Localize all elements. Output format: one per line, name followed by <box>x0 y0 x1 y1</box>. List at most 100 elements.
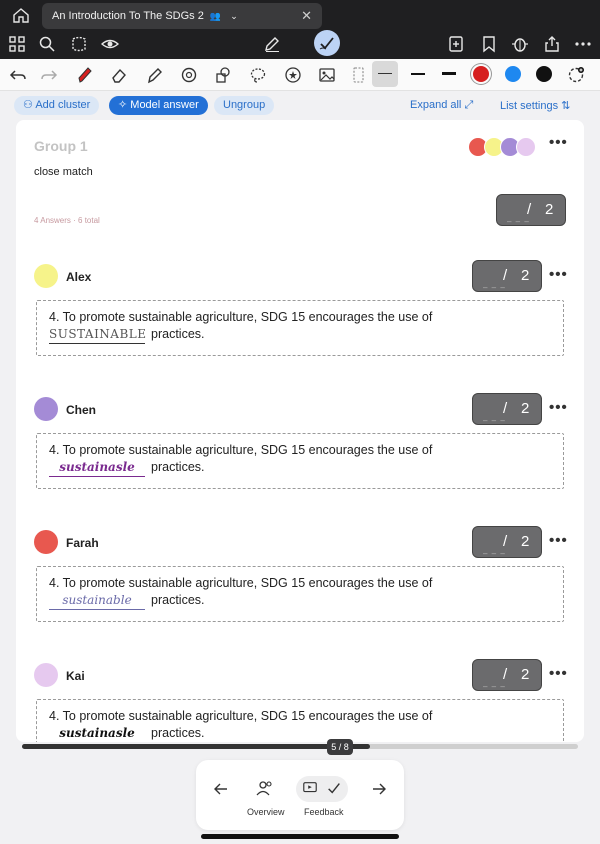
answer-text: 4. To promote sustainable agriculture, S… <box>49 309 432 344</box>
handwritten-answer: SUSTAINABLE <box>49 326 146 344</box>
answer-text: 4. To promote sustainable agriculture, S… <box>49 575 432 610</box>
sparkle-icon: ✧ <box>118 99 131 111</box>
score-field[interactable]: / 2 ‒ ‒ ‒ <box>472 260 542 292</box>
feedback-mode-button[interactable] <box>314 30 340 56</box>
answer-box: 4. To promote sustainable agriculture, S… <box>36 433 564 489</box>
highlighter-icon[interactable] <box>145 66 163 84</box>
page-indicator: 5 / 8 <box>327 739 353 755</box>
check-icon <box>328 783 340 794</box>
bug-icon[interactable] <box>511 35 529 53</box>
progress-fill <box>22 744 370 749</box>
undo-icon[interactable] <box>9 66 27 84</box>
add-page-icon[interactable] <box>447 35 465 53</box>
medium-line-icon[interactable] <box>411 73 425 75</box>
avatar <box>34 264 58 288</box>
more-icon[interactable] <box>574 35 592 53</box>
group-title: Group 1 <box>34 138 88 154</box>
add-color-icon[interactable] <box>567 66 585 84</box>
arrow-left-icon[interactable] <box>212 780 230 798</box>
answer-item-kai: Kai / 2 ‒ ‒ ‒ ••• 4. To promote sustaina… <box>16 659 584 742</box>
group-more-icon[interactable]: ••• <box>549 134 568 151</box>
overview-icon[interactable] <box>256 779 274 797</box>
expand-icon: ⤢ <box>464 99 474 111</box>
thin-line-icon <box>378 73 392 74</box>
document-title: An Introduction To The SDGs 2 <box>52 10 204 22</box>
eraser-icon[interactable] <box>110 66 128 84</box>
lasso-tool-icon[interactable] <box>249 66 267 84</box>
shapes-icon[interactable] <box>180 66 198 84</box>
answer-count: 4 Answers · 6 total <box>34 216 100 225</box>
tab-bar: An Introduction To The SDGs 2 👥 ⌄ ✕ <box>0 0 600 30</box>
answer-item-alex: Alex / 2 ‒ ‒ ‒ ••• 4. To promote sustain… <box>16 260 584 384</box>
home-indicator <box>201 834 399 839</box>
answer-box: 4. To promote sustainable agriculture, S… <box>36 699 564 742</box>
pen-icon[interactable] <box>263 35 281 53</box>
avatar <box>34 663 58 687</box>
answer-more-icon[interactable]: ••• <box>549 665 568 682</box>
answer-text: 4. To promote sustainable agriculture, S… <box>49 708 432 742</box>
avatar <box>34 530 58 554</box>
tool-strip <box>0 59 600 91</box>
search-icon[interactable] <box>38 35 56 53</box>
avatar <box>34 397 58 421</box>
grid-icon[interactable] <box>8 35 26 53</box>
color-black-swatch[interactable] <box>536 66 552 82</box>
expand-all-button[interactable]: Expand all ⤢ <box>410 99 473 112</box>
document-tab[interactable]: An Introduction To The SDGs 2 👥 ⌄ ✕ <box>42 3 322 29</box>
page-progress-bar[interactable] <box>22 744 578 749</box>
redo-icon[interactable] <box>40 66 58 84</box>
answer-more-icon[interactable]: ••• <box>549 399 568 416</box>
student-name: Alex <box>66 270 92 284</box>
sticker-icon[interactable] <box>284 66 302 84</box>
handwritten-answer: sustainasle <box>49 725 145 742</box>
student-name: Kai <box>66 669 85 683</box>
eye-icon[interactable] <box>101 35 119 53</box>
group-score-field[interactable]: / 2 ‒ ‒ ‒ <box>496 194 566 226</box>
thin-line-button[interactable] <box>372 61 398 87</box>
people-icon: 👥 <box>209 11 222 21</box>
feedback-toggle[interactable] <box>296 776 348 802</box>
answer-box: 4. To promote sustainable agriculture, S… <box>36 566 564 622</box>
text-box-icon[interactable] <box>350 66 368 84</box>
sort-icon: ⇅ <box>561 100 571 112</box>
group-card: Group 1 ••• close match 4 Answers · 6 to… <box>16 120 584 742</box>
answer-more-icon[interactable]: ••• <box>549 532 568 549</box>
chevron-down-icon[interactable]: ⌄ <box>230 3 238 29</box>
image-icon[interactable] <box>318 66 336 84</box>
handwritten-answer: sustainable <box>49 592 145 610</box>
model-answer-button[interactable]: ✧ Model answer <box>109 96 208 115</box>
group-note: close match <box>34 166 93 178</box>
lasso-icon[interactable] <box>70 35 88 53</box>
bookmark-icon[interactable] <box>480 35 498 53</box>
presentation-icon <box>303 782 317 793</box>
thick-line-icon[interactable] <box>442 72 456 75</box>
list-settings-button[interactable]: List settings ⇅ <box>500 99 570 112</box>
pen-tool-icon[interactable] <box>76 66 94 84</box>
student-name: Farah <box>66 536 99 550</box>
close-icon[interactable]: ✕ <box>301 3 312 29</box>
answer-box: 4. To promote sustainable agriculture, S… <box>36 300 564 356</box>
avatar <box>516 137 536 157</box>
answer-item-farah: Farah / 2 ‒ ‒ ‒ ••• 4. To promote sustai… <box>16 526 584 650</box>
score-field[interactable]: / 2 ‒ ‒ ‒ <box>472 659 542 691</box>
check-icon <box>319 37 334 50</box>
ungroup-button[interactable]: Ungroup <box>214 96 275 115</box>
add-cluster-button[interactable]: ⚇ Add cluster <box>14 96 100 115</box>
feedback-label[interactable]: Feedback <box>304 807 344 817</box>
handwritten-answer: sustainasle <box>49 459 145 477</box>
arrow-right-icon[interactable] <box>370 780 388 798</box>
overview-label[interactable]: Overview <box>247 807 285 817</box>
bottom-nav: Overview Feedback <box>196 760 404 830</box>
color-red-swatch[interactable] <box>473 66 489 82</box>
answer-item-chen: Chen / 2 ‒ ‒ ‒ ••• 4. To promote sustain… <box>16 393 584 517</box>
shape-tool-icon[interactable] <box>214 66 232 84</box>
score-field[interactable]: / 2 ‒ ‒ ‒ <box>472 526 542 558</box>
home-icon[interactable] <box>12 7 30 23</box>
color-blue-swatch[interactable] <box>505 66 521 82</box>
answer-text: 4. To promote sustainable agriculture, S… <box>49 442 432 477</box>
share-icon[interactable] <box>543 35 561 53</box>
student-name: Chen <box>66 403 96 417</box>
people-icon: ⚇ <box>23 99 36 111</box>
score-field[interactable]: / 2 ‒ ‒ ‒ <box>472 393 542 425</box>
answer-more-icon[interactable]: ••• <box>549 266 568 283</box>
